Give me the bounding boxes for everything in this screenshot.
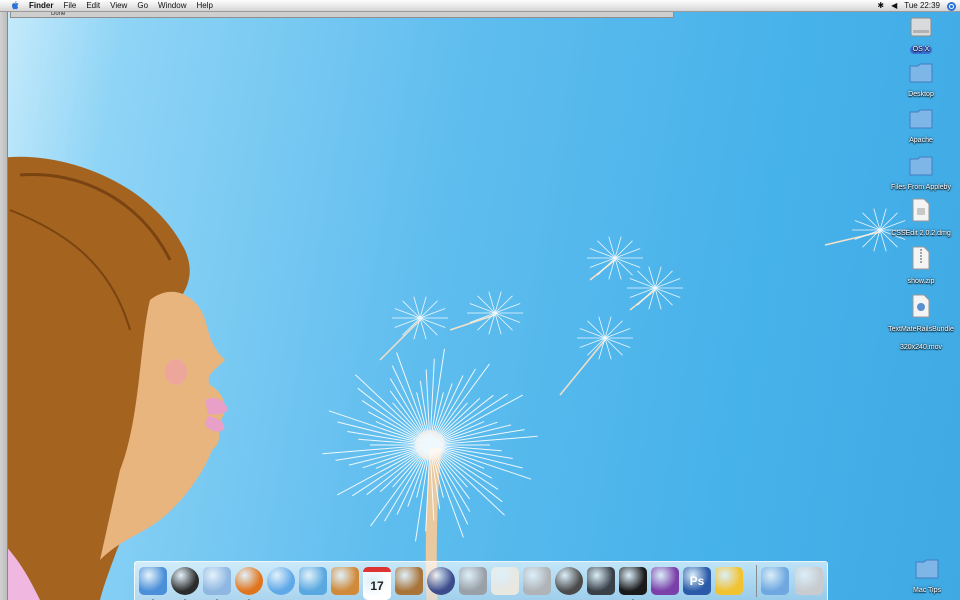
dock-item-cyberduck[interactable]	[714, 566, 744, 596]
dock-item-terminal[interactable]	[618, 566, 648, 600]
folder-icon	[909, 109, 933, 129]
desktop-icon-label: OS X	[909, 46, 933, 54]
apple-icon	[12, 1, 19, 10]
calculator-icon	[459, 567, 487, 595]
menu-file[interactable]: File	[58, 0, 81, 13]
chess-icon	[395, 567, 423, 595]
desktop-icon-desktop[interactable]: Desktop	[886, 61, 956, 101]
dock-item-calculator[interactable]	[458, 566, 488, 596]
firefox-icon	[235, 567, 263, 595]
dock-item-mail[interactable]	[202, 566, 232, 600]
menu-go[interactable]: Go	[132, 0, 153, 13]
dock-item-textmate[interactable]	[650, 566, 680, 596]
dock-item-ical[interactable]: 17	[362, 566, 392, 600]
photoshop-icon: Ps	[683, 567, 711, 595]
textedit-icon	[491, 567, 519, 595]
desktop-icon-label: Apache	[909, 137, 933, 144]
applications-folder-icon	[761, 567, 789, 595]
dock-item-chess[interactable]	[394, 566, 424, 596]
terminal-icon	[619, 567, 647, 595]
folder-icon	[915, 559, 939, 579]
desktop-icon-label: Mac Tips	[912, 587, 941, 594]
desktop-icon-label: TextMateRailsBundle 320x240.mov	[888, 326, 954, 351]
dock-item-dashboard[interactable]	[170, 566, 200, 600]
desktop-icon-textmate-mov[interactable]: TextMateRailsBundle 320x240.mov	[886, 294, 956, 354]
dock: 17 Ps	[134, 561, 828, 600]
desktop-icon-label: Files From Appleby	[891, 184, 951, 191]
app-icon	[427, 567, 455, 595]
volume-icon[interactable]: ◀	[891, 0, 897, 11]
zip-icon	[912, 246, 930, 270]
bluetooth-icon[interactable]: ✱	[877, 0, 884, 11]
menu-help[interactable]: Help	[191, 0, 217, 13]
spotlight-icon[interactable]	[947, 1, 956, 11]
menu-app-name[interactable]: Finder	[24, 0, 58, 13]
dashboard-icon	[171, 567, 199, 595]
window-edge	[0, 11, 8, 600]
dock-item-finder[interactable]	[138, 566, 168, 600]
movie-icon	[912, 294, 930, 318]
desktop-icon-show-zip[interactable]: show.zip	[886, 246, 956, 288]
activity-monitor-icon	[587, 567, 615, 595]
cyberduck-icon	[715, 567, 743, 595]
desktop-icon-label: show.zip	[907, 278, 935, 285]
dock-separator	[756, 565, 757, 597]
desktop-icon-apache[interactable]: Apache	[886, 107, 956, 147]
dock-item-disk-utility[interactable]	[522, 566, 552, 596]
desktop-icon-files-from-appleby[interactable]: Files From Appleby	[886, 154, 956, 194]
apple-menu[interactable]	[6, 0, 24, 13]
desktop-icon-os-x[interactable]: OS X	[886, 16, 956, 56]
itunes-icon	[299, 567, 327, 595]
iphoto-icon	[331, 567, 359, 595]
dock-item-photoshop[interactable]: Ps	[682, 566, 712, 596]
disk-utility-icon	[523, 567, 551, 595]
desktop-icon-label: Desktop	[908, 91, 934, 98]
desktop: Finder File Edit View Go Window Help ✱ ◀…	[0, 0, 960, 600]
safari-icon	[267, 567, 295, 595]
ical-icon: 17	[363, 567, 391, 600]
dock-item-x11[interactable]	[554, 566, 584, 596]
dock-item-trash[interactable]	[794, 566, 824, 596]
mail-icon	[203, 567, 231, 595]
dock-item-textedit[interactable]	[490, 566, 520, 596]
desktop-icon-cssedit-dmg[interactable]: CSSEdit 2.0.2.dmg	[886, 198, 956, 240]
dock-item-app[interactable]	[426, 566, 456, 596]
trash-icon	[795, 567, 823, 595]
desktop-icon-label: CSSEdit 2.0.2.dmg	[891, 230, 951, 237]
dock-item-iphoto[interactable]	[330, 566, 360, 596]
hard-drive-icon	[910, 17, 932, 37]
clock[interactable]: Tue 22:39	[904, 0, 940, 11]
dock-item-activity-monitor[interactable]	[586, 566, 616, 596]
menu-edit[interactable]: Edit	[81, 0, 105, 13]
menu-view[interactable]: View	[105, 0, 132, 13]
folder-icon	[909, 63, 933, 83]
menu-bar: Finder File Edit View Go Window Help ✱ ◀…	[0, 0, 960, 12]
textmate-icon	[651, 567, 679, 595]
folder-icon	[909, 156, 933, 176]
wallpaper-girl-dandelion	[0, 156, 908, 600]
finder-icon	[139, 567, 167, 595]
x11-icon	[555, 567, 583, 595]
dock-item-firefox[interactable]	[234, 566, 264, 600]
menu-window[interactable]: Window	[153, 0, 191, 13]
disk-image-icon	[912, 198, 930, 222]
desktop-icon-mac-tips[interactable]: Mac Tips	[892, 557, 960, 597]
dock-item-applications-folder[interactable]	[760, 566, 790, 596]
dock-item-itunes[interactable]	[298, 566, 328, 596]
dock-item-safari[interactable]	[266, 566, 296, 596]
